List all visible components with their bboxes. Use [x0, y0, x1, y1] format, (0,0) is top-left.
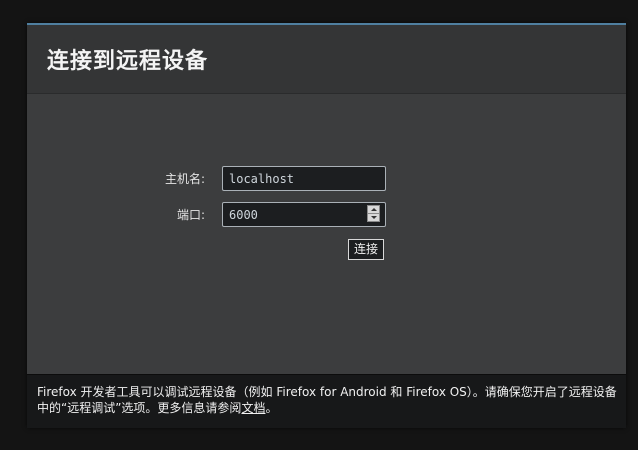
- port-field-wrapper: [222, 202, 386, 227]
- docs-link[interactable]: 文档: [241, 401, 265, 415]
- connect-button[interactable]: 连接: [348, 239, 384, 260]
- host-row: 主机名:: [27, 166, 205, 192]
- port-row: 端口:: [27, 202, 205, 228]
- port-spinner[interactable]: [367, 205, 380, 222]
- footer-text-main: Firefox 开发者工具可以调试远程设备（例如 Firefox for And…: [37, 385, 617, 415]
- chevron-up-icon: [370, 208, 377, 211]
- dialog-header: 连接到远程设备: [27, 25, 626, 94]
- host-label: 主机名:: [164, 172, 205, 186]
- port-label: 端口:: [176, 208, 205, 222]
- dialog-title: 连接到远程设备: [47, 48, 209, 74]
- host-input[interactable]: [222, 166, 386, 191]
- footer-text-end: 。: [265, 401, 278, 415]
- connect-dialog: 连接到远程设备 主机名: 端口: 连接 Firefox 开发者工具可以调试远程设…: [27, 23, 626, 428]
- spin-down-button[interactable]: [368, 214, 379, 221]
- spin-up-button[interactable]: [368, 206, 379, 214]
- footer-help-text: Firefox 开发者工具可以调试远程设备（例如 Firefox for And…: [37, 384, 617, 416]
- port-input[interactable]: [222, 202, 386, 227]
- chevron-down-icon: [370, 216, 377, 219]
- dialog-footer: Firefox 开发者工具可以调试远程设备（例如 Firefox for And…: [27, 374, 626, 428]
